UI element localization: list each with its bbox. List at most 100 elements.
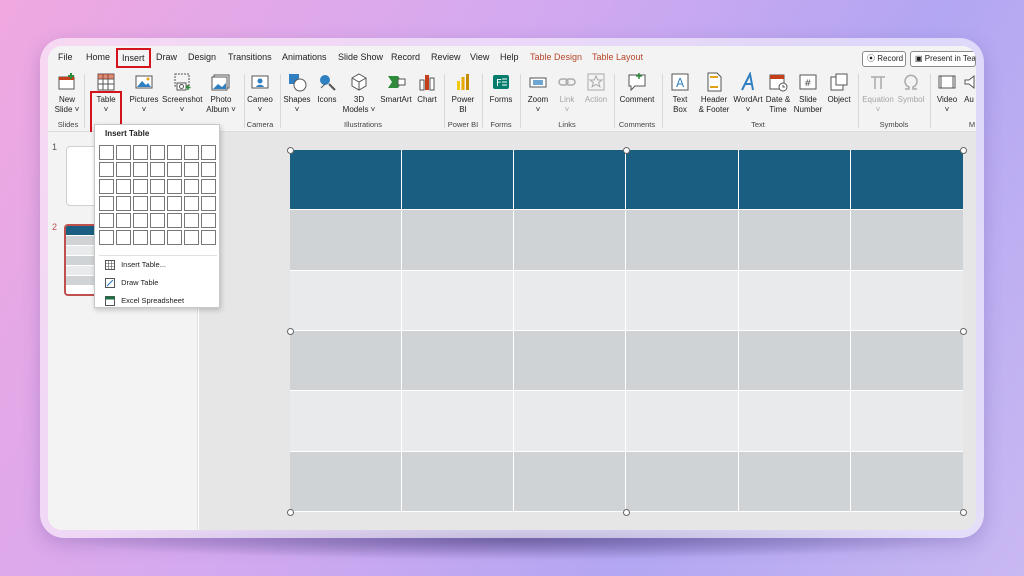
- slide-number-button[interactable]: # Slide Number: [792, 72, 824, 115]
- table-grid-cell[interactable]: [133, 213, 148, 228]
- table-grid-cell[interactable]: [167, 213, 182, 228]
- table-grid-cell[interactable]: [201, 179, 216, 194]
- draw-table-menu-item[interactable]: Draw Table: [105, 278, 158, 289]
- table-grid-cell[interactable]: [133, 179, 148, 194]
- table-cell[interactable]: [290, 331, 403, 391]
- table-grid-cell[interactable]: [133, 145, 148, 160]
- table-grid-cell[interactable]: [116, 162, 131, 177]
- table-cell[interactable]: [851, 391, 963, 450]
- tab-help[interactable]: Help: [500, 52, 519, 62]
- table-cell[interactable]: [402, 210, 515, 270]
- resize-handle[interactable]: [286, 327, 294, 335]
- table-grid-cell[interactable]: [133, 196, 148, 211]
- resize-handle[interactable]: [623, 146, 630, 154]
- tab-file[interactable]: File: [58, 52, 73, 62]
- table-cell[interactable]: [851, 452, 963, 511]
- table-cell[interactable]: [739, 210, 851, 270]
- table-grid-cell[interactable]: [184, 145, 199, 160]
- date-time-button[interactable]: Date & Time: [764, 72, 792, 115]
- table-cell[interactable]: [514, 391, 627, 451]
- table-cell[interactable]: [290, 150, 403, 210]
- tab-insert[interactable]: Insert: [116, 48, 151, 68]
- table-cell[interactable]: [627, 391, 739, 451]
- table-grid-cell[interactable]: [167, 162, 182, 177]
- table-grid-cell[interactable]: [150, 213, 165, 228]
- table-grid-cell[interactable]: [99, 162, 114, 177]
- icons-button[interactable]: Icons: [314, 72, 340, 105]
- table-grid-cell[interactable]: [150, 230, 165, 245]
- table-grid-cell[interactable]: [167, 179, 182, 194]
- tab-view[interactable]: View: [470, 52, 489, 62]
- table-grid-cell[interactable]: [150, 162, 165, 177]
- table-grid-cell[interactable]: [167, 196, 182, 211]
- present-in-teams-button[interactable]: ▣ Present in Tea: [910, 51, 976, 67]
- table-grid-cell[interactable]: [99, 145, 114, 160]
- object-button[interactable]: Object: [824, 72, 854, 105]
- resize-handle[interactable]: [959, 146, 967, 154]
- slide-table[interactable]: [290, 150, 963, 512]
- table-cell[interactable]: [402, 331, 515, 391]
- shapes-button[interactable]: Shapes ˅: [282, 72, 312, 115]
- table-grid-cell[interactable]: [184, 179, 199, 194]
- tab-record[interactable]: Record: [391, 52, 420, 62]
- record-button[interactable]: ⦿ Record: [862, 51, 906, 67]
- table-cell[interactable]: [739, 150, 851, 210]
- table-grid-cell[interactable]: [184, 213, 199, 228]
- table-cell[interactable]: [627, 331, 739, 391]
- table-cell[interactable]: [627, 210, 739, 270]
- table-grid-cell[interactable]: [99, 230, 114, 245]
- tab-table-design[interactable]: Table Design: [530, 52, 582, 62]
- table-cell[interactable]: [402, 451, 515, 511]
- table-cell[interactable]: [514, 270, 627, 330]
- table-cell[interactable]: [514, 451, 627, 511]
- tab-transitions[interactable]: Transitions: [228, 52, 272, 62]
- table-grid-cell[interactable]: [99, 213, 114, 228]
- table-cell[interactable]: [739, 270, 851, 330]
- resize-handle[interactable]: [286, 146, 294, 154]
- new-slide-button[interactable]: New Slide ˅: [54, 72, 80, 115]
- smartart-button[interactable]: SmartArt: [378, 72, 414, 105]
- table-grid-cell[interactable]: [184, 230, 199, 245]
- table-grid-cell[interactable]: [150, 179, 165, 194]
- table-grid-cell[interactable]: [99, 179, 114, 194]
- resize-handle[interactable]: [286, 508, 294, 516]
- table-grid-cell[interactable]: [133, 230, 148, 245]
- table-grid-cell[interactable]: [116, 145, 131, 160]
- tab-slide-show[interactable]: Slide Show: [338, 52, 383, 62]
- table-cell[interactable]: [290, 270, 403, 330]
- table-grid-cell[interactable]: [201, 213, 216, 228]
- insert-table-menu-item[interactable]: Insert Table...: [105, 260, 166, 271]
- screenshot-button[interactable]: Screenshot ˅: [162, 72, 202, 115]
- table-cell[interactable]: [851, 271, 963, 330]
- excel-spreadsheet-menu-item[interactable]: Excel Spreadsheet: [105, 296, 184, 307]
- table-grid-cell[interactable]: [133, 162, 148, 177]
- tab-home[interactable]: Home: [86, 52, 110, 62]
- table-grid-cell[interactable]: [201, 230, 216, 245]
- table-grid-cell[interactable]: [150, 145, 165, 160]
- table-grid-cell[interactable]: [184, 196, 199, 211]
- table-cell[interactable]: [627, 451, 739, 511]
- tab-review[interactable]: Review: [431, 52, 461, 62]
- table-cell[interactable]: [290, 391, 403, 451]
- chart-button[interactable]: Chart: [414, 72, 440, 105]
- table-cell[interactable]: [739, 331, 851, 391]
- tab-draw[interactable]: Draw: [156, 52, 177, 62]
- table-grid-cell[interactable]: [99, 196, 114, 211]
- table-cell[interactable]: [290, 451, 403, 511]
- zoom-button[interactable]: Zoom ˅: [524, 72, 552, 115]
- table-grid-cell[interactable]: [201, 145, 216, 160]
- comment-button[interactable]: Comment: [618, 72, 656, 105]
- table-grid-cell[interactable]: [201, 196, 216, 211]
- equation-button[interactable]: Equation ˅: [860, 72, 896, 115]
- resize-handle[interactable]: [623, 508, 630, 516]
- table-cell[interactable]: [851, 150, 963, 209]
- table-cell[interactable]: [851, 210, 963, 269]
- tab-animations[interactable]: Animations: [282, 52, 327, 62]
- table-grid-cell[interactable]: [167, 230, 182, 245]
- link-button[interactable]: Link ˅: [554, 72, 580, 115]
- resize-handle[interactable]: [959, 508, 967, 516]
- photo-album-button[interactable]: Photo Album ˅: [204, 72, 238, 115]
- header-footer-button[interactable]: Header & Footer: [696, 72, 732, 115]
- tab-design[interactable]: Design: [188, 52, 216, 62]
- table-cell[interactable]: [739, 451, 851, 511]
